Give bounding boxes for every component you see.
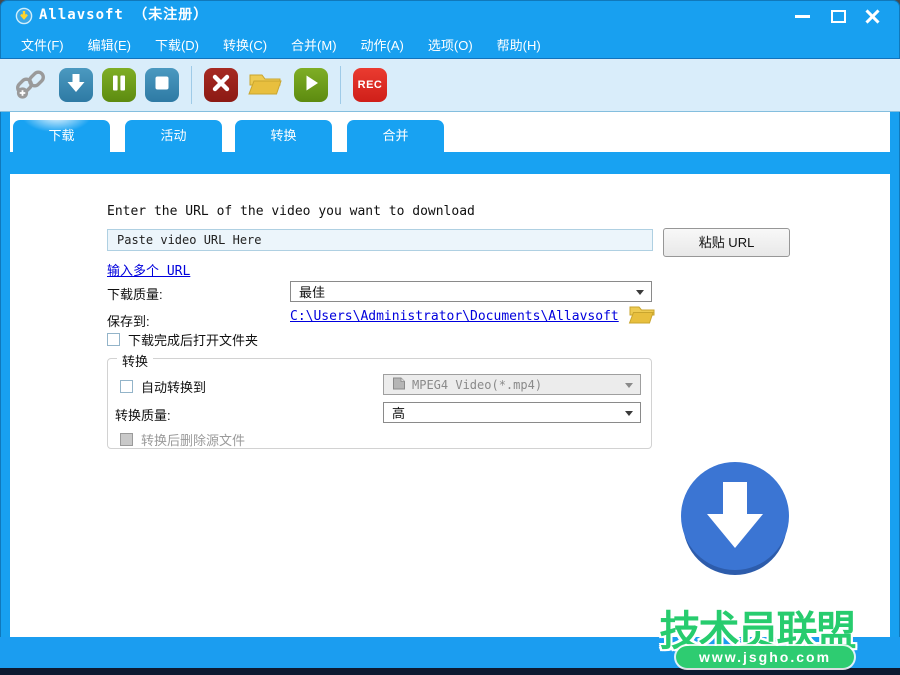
toolbar-separator [191, 66, 192, 104]
tab-merge[interactable]: 合并 [347, 120, 444, 152]
delete-source-checkbox: 转换后删除源文件 [120, 430, 245, 449]
minimize-button[interactable] [793, 8, 812, 25]
play-icon [301, 73, 321, 98]
menu-file[interactable]: 文件(F) [17, 33, 68, 56]
browse-folder-button[interactable] [628, 303, 656, 326]
download-button[interactable] [59, 68, 93, 102]
delete-x-icon [211, 73, 231, 98]
open-folder-after-download-label: 下载完成后打开文件夹 [128, 333, 259, 348]
download-quality-value: 最佳 [299, 285, 326, 300]
checkbox-box [120, 433, 133, 446]
title-bar: Allavsoft （未注册） [0, 0, 900, 32]
menu-bar: 文件(F) 编辑(E) 下载(D) 转换(C) 合并(M) 动作(A) 选项(O… [0, 31, 900, 58]
tab-convert-label: 转换 [270, 128, 297, 143]
menu-edit[interactable]: 编辑(E) [84, 33, 135, 56]
open-folder-button[interactable] [247, 68, 285, 102]
chevron-down-icon [625, 383, 633, 388]
convert-quality-value: 高 [392, 406, 406, 421]
record-button[interactable]: REC [353, 68, 387, 102]
paste-url-button[interactable]: 粘贴 URL [663, 228, 790, 257]
delete-source-label: 转换后删除源文件 [141, 433, 246, 448]
pause-button[interactable] [102, 68, 136, 102]
watermark-url-badge: www.jsgho.com [676, 646, 854, 668]
video-file-icon [392, 377, 406, 393]
app-window: Allavsoft （未注册） 文件(F) 编辑(E) 下载(D) 转换(C) … [0, 0, 900, 675]
download-tab-content: Enter the URL of the video you want to d… [10, 174, 890, 637]
url-input[interactable] [107, 229, 653, 251]
big-download-arrow-icon [681, 460, 789, 573]
tab-convert[interactable]: 转换 [235, 120, 332, 152]
save-to-label: 保存到: [107, 314, 150, 329]
download-quality-select[interactable]: 最佳 [290, 281, 652, 302]
convert-format-select: MPEG4 Video(*.mp4) [383, 374, 641, 395]
add-url-button[interactable] [12, 68, 50, 102]
pause-icon [109, 73, 129, 98]
save-path-link[interactable]: C:\Users\Administrator\Documents\Allavso… [290, 309, 619, 324]
bottom-dark-bar [0, 668, 900, 675]
chevron-down-icon [625, 411, 633, 416]
checkbox-box[interactable] [120, 380, 133, 393]
maximize-button[interactable] [829, 8, 848, 25]
toolbar-separator [340, 66, 341, 104]
close-button[interactable] [863, 8, 882, 25]
download-arrow-icon [64, 71, 88, 100]
big-download-badge [681, 462, 789, 570]
download-quality-label: 下载质量: [107, 287, 163, 302]
menu-convert[interactable]: 转换(C) [219, 33, 271, 56]
url-prompt-label: Enter the URL of the video you want to d… [107, 204, 475, 219]
stop-icon [153, 74, 171, 97]
folder-icon [247, 68, 285, 103]
tab-merge-label: 合并 [382, 128, 409, 143]
convert-format-value: MPEG4 Video(*.mp4) [412, 377, 543, 392]
menu-merge[interactable]: 合并(M) [287, 33, 341, 56]
open-folder-after-download-checkbox[interactable]: 下载完成后打开文件夹 [107, 330, 258, 349]
link-add-icon [13, 65, 49, 106]
window-title: Allavsoft （未注册） [39, 7, 209, 23]
menu-options[interactable]: 选项(O) [424, 33, 477, 56]
tab-download[interactable]: 下载 [13, 120, 110, 152]
delete-button[interactable] [204, 68, 238, 102]
tab-activity[interactable]: 活动 [125, 120, 222, 152]
stop-button[interactable] [145, 68, 179, 102]
checkbox-box[interactable] [107, 333, 120, 346]
convert-group-title: 转换 [117, 351, 154, 370]
tab-strip [10, 152, 890, 174]
menu-action[interactable]: 动作(A) [357, 33, 408, 56]
menu-help[interactable]: 帮助(H) [493, 33, 545, 56]
play-button[interactable] [294, 68, 328, 102]
auto-convert-label: 自动转换到 [141, 380, 207, 395]
tab-activity-label: 活动 [160, 128, 187, 143]
main-panel: 下载 活动 转换 合并 Enter the URL of the video y… [10, 112, 890, 637]
toolbar: REC [0, 58, 900, 112]
chevron-down-icon [636, 290, 644, 295]
convert-quality-select[interactable]: 高 [383, 402, 641, 423]
menu-download[interactable]: 下载(D) [151, 33, 203, 56]
multiple-url-link[interactable]: 输入多个 URL [107, 260, 190, 279]
auto-convert-checkbox[interactable]: 自动转换到 [120, 377, 206, 396]
convert-quality-label: 转换质量: [115, 408, 171, 423]
app-icon [15, 7, 33, 25]
tab-download-label: 下载 [48, 128, 75, 143]
rec-label: REC [357, 79, 383, 91]
tab-bar: 下载 活动 转换 合并 [10, 112, 890, 152]
